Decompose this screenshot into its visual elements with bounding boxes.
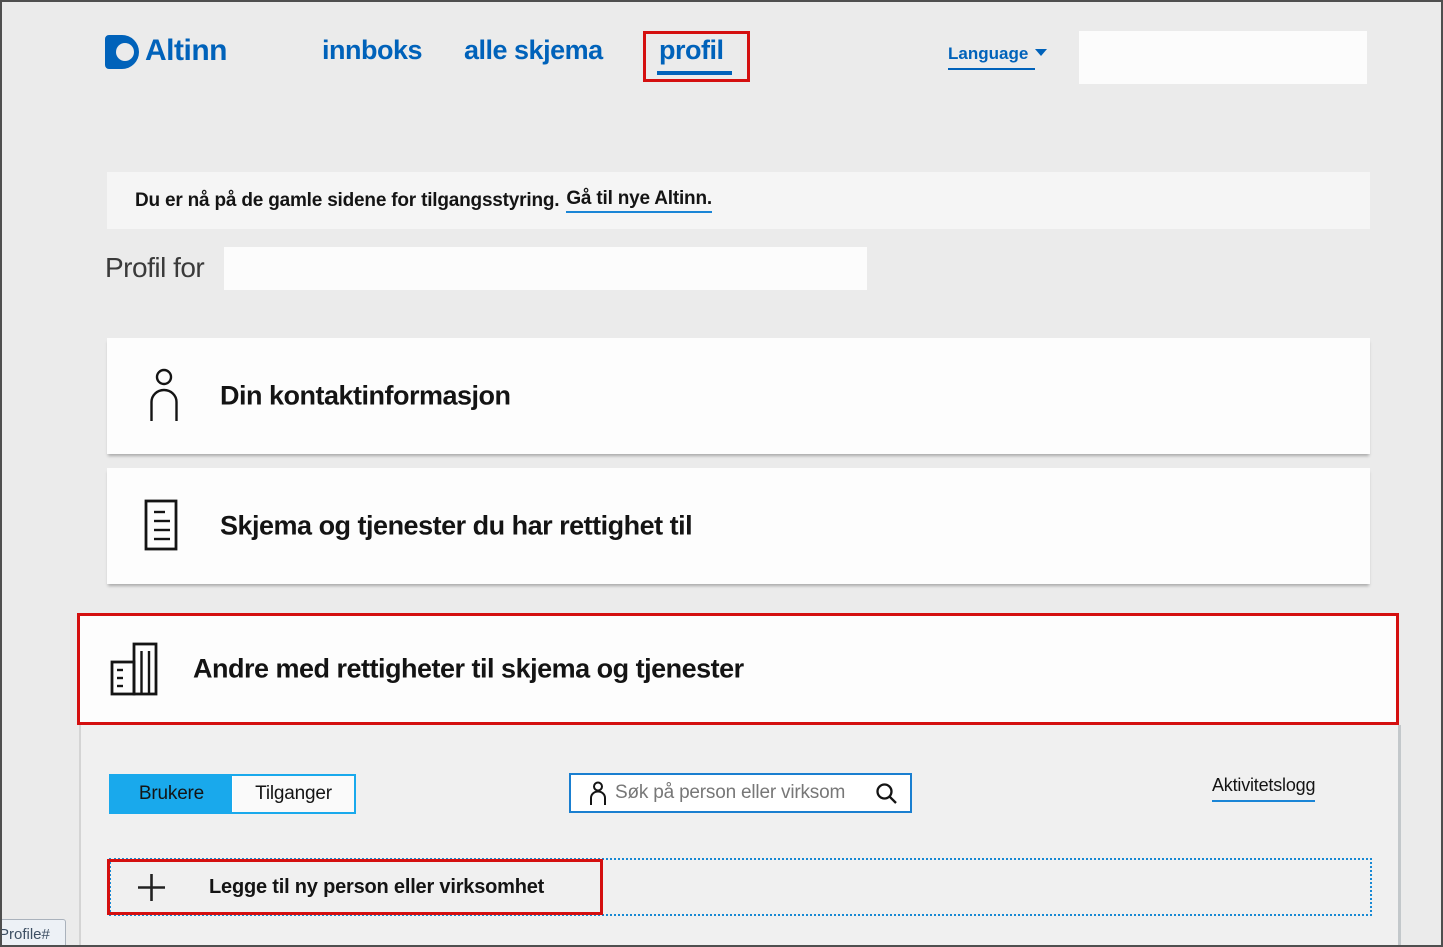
go-to-new-altinn-link[interactable]: Gå til nye Altinn. [566, 188, 712, 213]
altinn-logo-hole [116, 43, 134, 61]
language-label: Language [948, 44, 1028, 63]
accordion-contact-info[interactable]: Din kontaktinformasjon [107, 338, 1370, 454]
plus-icon [137, 873, 166, 902]
banner-text: Du er nå på de gamle sidene for tilgangs… [135, 190, 559, 212]
legacy-pages-banner: Du er nå på de gamle sidene for tilgangs… [107, 172, 1370, 229]
search-icon[interactable] [875, 782, 898, 805]
accordion-title: Skjema og tjenester du har rettighet til [220, 511, 692, 542]
user-name-box[interactable] [1079, 31, 1367, 84]
accordion-title: Din kontaktinformasjon [220, 381, 511, 412]
rights-panel: Brukere Tilganger Aktivitetslogg [79, 725, 1401, 947]
person-icon [589, 781, 607, 806]
profile-for-label: Profil for [105, 252, 204, 284]
person-icon [149, 368, 179, 427]
language-dropdown[interactable]: Language [948, 44, 1047, 64]
tab-brukere[interactable]: Brukere [111, 776, 232, 812]
accordion-others-with-rights[interactable]: Andre med rettigheter til skjema og tjen… [80, 616, 1396, 722]
altinn-profile-page: Altinn innboks alle skjema profil Langua… [0, 0, 1443, 947]
add-button-label: Legge til ny person eller virksomhet [209, 876, 544, 899]
tab-tilganger[interactable]: Tilganger [232, 776, 354, 812]
add-person-or-business-button[interactable]: Legge til ny person eller virksomhet [109, 858, 1372, 916]
nav-profil-active-underline [657, 71, 732, 75]
profile-name-box [224, 247, 867, 290]
activity-log-link[interactable]: Aktivitetslogg [1212, 775, 1315, 802]
nav-item-profil[interactable]: profil [659, 35, 724, 66]
building-icon [110, 640, 158, 701]
language-underline [948, 68, 1035, 70]
document-icon [144, 499, 178, 556]
search-box [569, 773, 912, 813]
brand-name[interactable]: Altinn [145, 34, 227, 68]
nav-item-innboks[interactable]: innboks [322, 35, 422, 66]
nav-item-alle-skjema[interactable]: alle skjema [464, 35, 603, 66]
search-input[interactable] [607, 782, 875, 804]
altinn-logo-icon[interactable] [105, 35, 139, 69]
status-bar-url-tooltip: Profile# [0, 919, 66, 947]
accordion-forms-services[interactable]: Skjema og tjenester du har rettighet til [107, 468, 1370, 584]
chevron-down-icon [1035, 49, 1047, 56]
accordion-title: Andre med rettigheter til skjema og tjen… [193, 654, 744, 685]
rights-panel-tabs: Brukere Tilganger [109, 774, 356, 814]
